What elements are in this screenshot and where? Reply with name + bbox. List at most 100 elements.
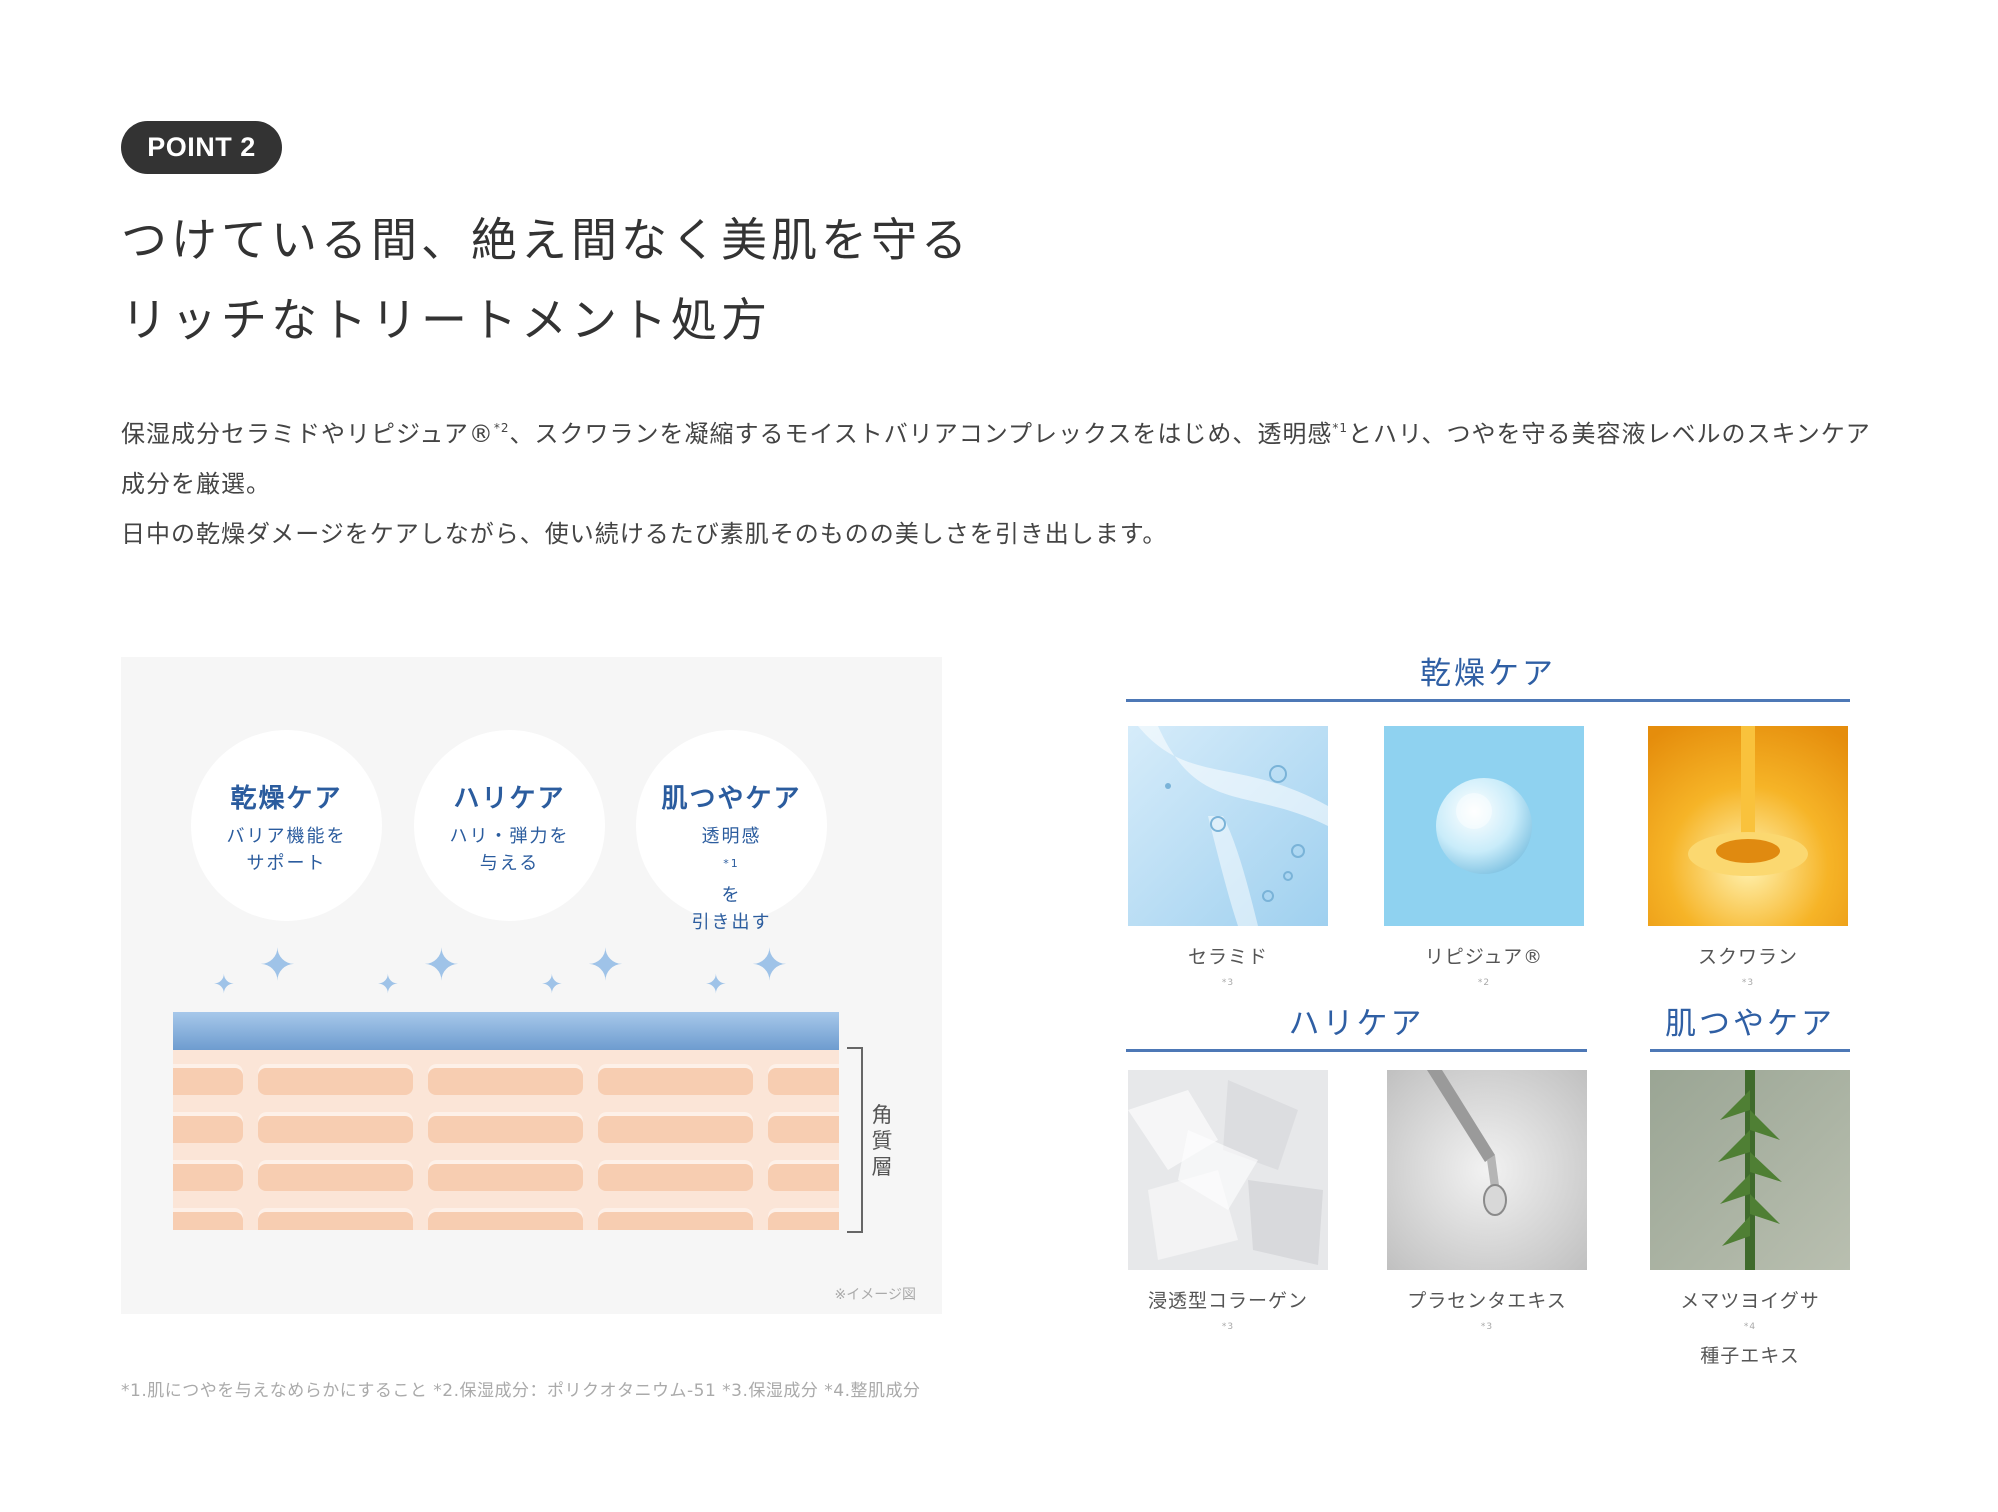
ingredient-sup: *3 xyxy=(1221,1322,1235,1332)
benefit-title: 肌つやケア xyxy=(661,784,802,814)
sparkle-icon: ✦ xyxy=(259,940,296,991)
layer-bracket xyxy=(847,1047,863,1233)
ingredient-ceramide: セラミド *3 xyxy=(1128,726,1328,999)
category-dry-care: 乾燥ケア xyxy=(1126,648,1850,702)
desc-sup: *1 xyxy=(1332,421,1348,435)
title-line-2: リッチなトリートメント処方 xyxy=(121,293,771,347)
lipidure-image xyxy=(1384,726,1584,926)
image-note: ※イメージ図 xyxy=(834,1287,916,1303)
sparkle-icon: ✦ xyxy=(751,940,788,991)
sparkle-icon: ✦ xyxy=(423,940,460,991)
skin-cell xyxy=(258,1112,413,1143)
squalane-image xyxy=(1648,726,1848,926)
skin-cell xyxy=(428,1064,583,1095)
benefit-circle-dry: 乾燥ケア バリア機能を サポート xyxy=(191,730,382,921)
benefit-desc: バリア機能を サポート xyxy=(191,823,382,877)
desc-text: 、スクワランを凝縮するモイストバリアコンプレックスをはじめ、透明感 xyxy=(509,420,1333,448)
layer-label-char: 層 xyxy=(871,1155,893,1179)
benefit-title: ハリケア xyxy=(453,784,566,814)
description-paragraph-1: 保湿成分セラミドやリピジュア®*2、スクワランを凝縮するモイストバリアコンプレッ… xyxy=(121,403,1881,509)
evening-primrose-image xyxy=(1650,1070,1850,1270)
stratum-corneum-layer xyxy=(173,1050,839,1230)
ingredient-label: プラセンタエキス xyxy=(1407,1290,1567,1312)
ingredient-sup: *3 xyxy=(1480,1322,1494,1332)
ingredient-collagen: 浸透型コラーゲン *3 xyxy=(1128,1070,1328,1343)
point-badge: POINT 2 xyxy=(121,121,282,174)
skin-cell xyxy=(173,1112,243,1143)
description: 保湿成分セラミドやリピジュア®*2、スクワランを凝縮するモイストバリアコンプレッ… xyxy=(121,403,1881,559)
benefit-desc-line: 与える xyxy=(479,853,540,874)
ingredient-lipidure: リピジュア® *2 xyxy=(1384,726,1584,999)
skin-cell xyxy=(173,1208,243,1230)
ingredient-name: メマツヨイグサ *4 種子エキス xyxy=(1650,1288,1850,1369)
skin-cell xyxy=(173,1064,243,1095)
sparkle-icon: ✦ xyxy=(213,970,235,1000)
layer-label-char: 角 xyxy=(871,1103,893,1127)
ingredient-sup: *4 xyxy=(1743,1322,1757,1332)
skin-cell xyxy=(768,1112,839,1143)
benefit-circle-glow: 肌つやケア 透明感 *1 を 引き出す xyxy=(636,730,827,933)
skin-cell xyxy=(598,1208,753,1230)
skin-cell xyxy=(598,1064,753,1095)
benefit-desc-line: バリア機能を xyxy=(226,826,347,847)
skin-cell xyxy=(258,1208,413,1230)
ceramide-image xyxy=(1128,726,1328,926)
benefit-desc-line: 透明感 *1 を xyxy=(636,823,827,909)
benefit-text: を xyxy=(721,885,742,906)
ingredient-sup: *3 xyxy=(1741,978,1755,988)
category-firm-care: ハリケア xyxy=(1126,998,1587,1052)
skin-diagram: 乾燥ケア バリア機能を サポート ハリケア ハリ・弾力を 与える 肌つやケア 透… xyxy=(121,657,942,1314)
benefit-text: 透明感 xyxy=(701,826,762,847)
skin-cell xyxy=(428,1208,583,1230)
ingredient-sup: *2 xyxy=(1477,978,1491,988)
benefit-circle-firm: ハリケア ハリ・弾力を 与える xyxy=(414,730,605,921)
layer-label: 角 質 層 xyxy=(869,1102,895,1180)
ingredient-label: セラミド xyxy=(1187,946,1268,968)
ingredient-name: 浸透型コラーゲン *3 xyxy=(1128,1288,1328,1343)
skin-cell xyxy=(173,1160,243,1191)
benefit-desc: ハリ・弾力を 与える xyxy=(414,823,605,877)
ingredient-name: セラミド *3 xyxy=(1128,944,1328,999)
skin-cell xyxy=(768,1160,839,1191)
ingredient-label-line: メマツヨイグサ *4 xyxy=(1650,1288,1850,1343)
category-glow-care: 肌つやケア xyxy=(1650,998,1850,1052)
benefit-desc-line: ハリ・弾力を xyxy=(449,826,570,847)
description-paragraph-2: 日中の乾燥ダメージをケアしながら、使い続けるたび素肌そのものの美しさを引き出しま… xyxy=(121,520,1168,548)
layer-label-char: 質 xyxy=(871,1129,893,1153)
desc-text: 保湿成分セラミドやリピジュア® xyxy=(121,420,494,448)
sparkle-icon: ✦ xyxy=(377,970,399,1000)
skin-cell xyxy=(598,1112,753,1143)
benefit-title: 乾燥ケア xyxy=(230,784,343,814)
page-title: つけている間、絶え間なく美肌を守る リッチなトリートメント処方 xyxy=(121,200,971,360)
protective-film-layer xyxy=(173,1012,839,1050)
ingredient-name: スクワラン *3 xyxy=(1648,944,1848,999)
skin-cell xyxy=(258,1064,413,1095)
sparkle-icon: ✦ xyxy=(541,970,563,1000)
benefit-desc-line: 引き出す xyxy=(691,912,772,933)
ingredient-label-line-2: 種子エキス xyxy=(1700,1345,1800,1368)
benefit-sup: *1 xyxy=(723,857,740,870)
ingredient-sup: *3 xyxy=(1221,978,1235,988)
ingredient-name: プラセンタエキス *3 xyxy=(1387,1288,1587,1343)
skin-cell xyxy=(428,1160,583,1191)
benefit-desc-line: サポート xyxy=(246,853,327,874)
ingredient-placenta: プラセンタエキス *3 xyxy=(1387,1070,1587,1343)
skin-cell xyxy=(598,1160,753,1191)
ingredient-squalane: スクワラン *3 xyxy=(1648,726,1848,999)
placenta-image xyxy=(1387,1070,1587,1270)
desc-sup: *2 xyxy=(493,421,510,435)
title-line-1: つけている間、絶え間なく美肌を守る xyxy=(121,213,971,267)
sparkle-icon: ✦ xyxy=(705,970,727,1000)
skin-cell xyxy=(428,1112,583,1143)
ingredient-label: スクワラン xyxy=(1697,946,1798,968)
benefit-desc: 透明感 *1 を 引き出す xyxy=(636,823,827,936)
skin-cell xyxy=(258,1160,413,1191)
ingredient-label: 浸透型コラーゲン xyxy=(1147,1290,1308,1312)
skin-cell xyxy=(768,1208,839,1230)
footnotes: *1.肌につやを与えなめらかにすること *2.保湿成分：ポリクオタニウム-51 … xyxy=(121,1381,921,1401)
ingredient-label: リピジュア® xyxy=(1424,946,1544,968)
collagen-image xyxy=(1128,1070,1328,1270)
ingredient-name: リピジュア® *2 xyxy=(1384,944,1584,999)
ingredient-evening-primrose: メマツヨイグサ *4 種子エキス xyxy=(1650,1070,1850,1369)
ingredient-label: メマツヨイグサ xyxy=(1680,1290,1820,1312)
